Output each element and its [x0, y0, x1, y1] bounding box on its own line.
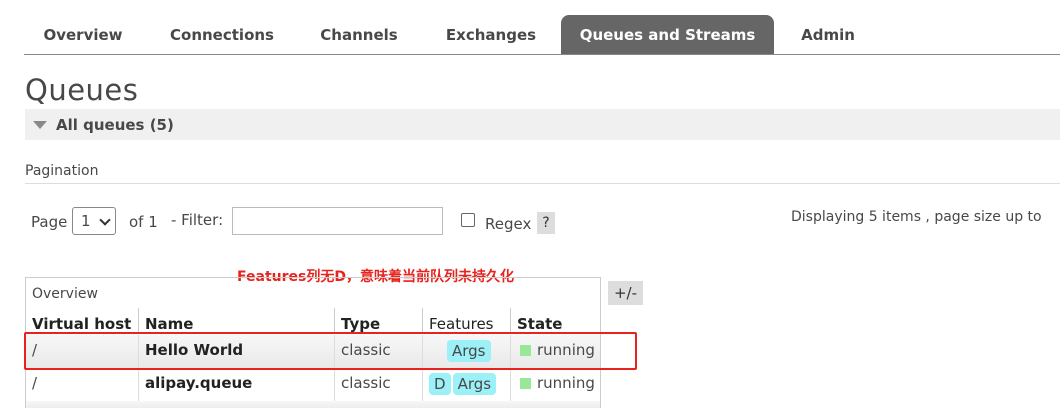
cell-vhost: / — [32, 374, 38, 392]
regex-help-button[interactable]: ? — [537, 212, 555, 234]
toggle-columns-button[interactable]: +/- — [608, 281, 643, 305]
regex-checkbox[interactable] — [461, 213, 475, 227]
state-label: running — [537, 374, 595, 392]
col-header-name[interactable]: Name — [138, 308, 334, 334]
tab-channels[interactable]: Channels — [304, 15, 414, 54]
table-row[interactable] — [26, 401, 600, 408]
all-queues-section-header[interactable]: All queues (5) — [25, 109, 1060, 140]
chevron-down-icon — [99, 214, 111, 226]
tab-admin[interactable]: Admin — [786, 15, 870, 54]
cell-type: classic — [334, 368, 422, 401]
tab-overview[interactable]: Overview — [24, 15, 142, 54]
tab-exchanges[interactable]: Exchanges — [428, 15, 554, 54]
tab-connections[interactable]: Connections — [152, 15, 292, 54]
red-highlight-box — [24, 332, 637, 370]
pagination-label[interactable]: Pagination — [25, 163, 98, 179]
col-header-type[interactable]: Type — [334, 308, 422, 334]
tab-queues-and-streams[interactable]: Queues and Streams — [561, 15, 774, 54]
table-row[interactable]: / alipay.queue classic D Args running — [26, 368, 600, 401]
cell-state: running — [510, 368, 600, 401]
cell-features: D Args — [422, 368, 510, 401]
display-info: Displaying 5 items , page size up to — [791, 209, 1042, 225]
filter-input[interactable] — [232, 207, 443, 235]
col-header-state[interactable]: State — [510, 308, 600, 334]
section-title: All queues (5) — [56, 116, 174, 134]
running-status-icon — [520, 378, 531, 389]
main-nav: Overview Connections Channels Exchanges … — [24, 15, 1060, 55]
page-title: Queues — [25, 73, 139, 107]
filter-label: - Filter: — [171, 211, 224, 229]
table-group-header: Overview — [32, 286, 98, 302]
collapse-triangle-icon[interactable] — [33, 121, 47, 129]
page-label: Page — [31, 213, 68, 231]
of-pages-label: of 1 — [129, 213, 158, 231]
col-header-virtual-host[interactable]: Virtual host — [26, 308, 138, 334]
col-header-features[interactable]: Features — [422, 308, 510, 334]
page-select[interactable]: 1 — [72, 207, 116, 235]
divider — [25, 183, 1060, 184]
cell-queue-name[interactable]: alipay.queue — [138, 368, 334, 401]
feature-badge-durable: D — [429, 373, 451, 395]
feature-badge-args: Args — [452, 373, 497, 395]
regex-label: Regex — [485, 215, 532, 233]
page-select-value: 1 — [81, 212, 91, 230]
